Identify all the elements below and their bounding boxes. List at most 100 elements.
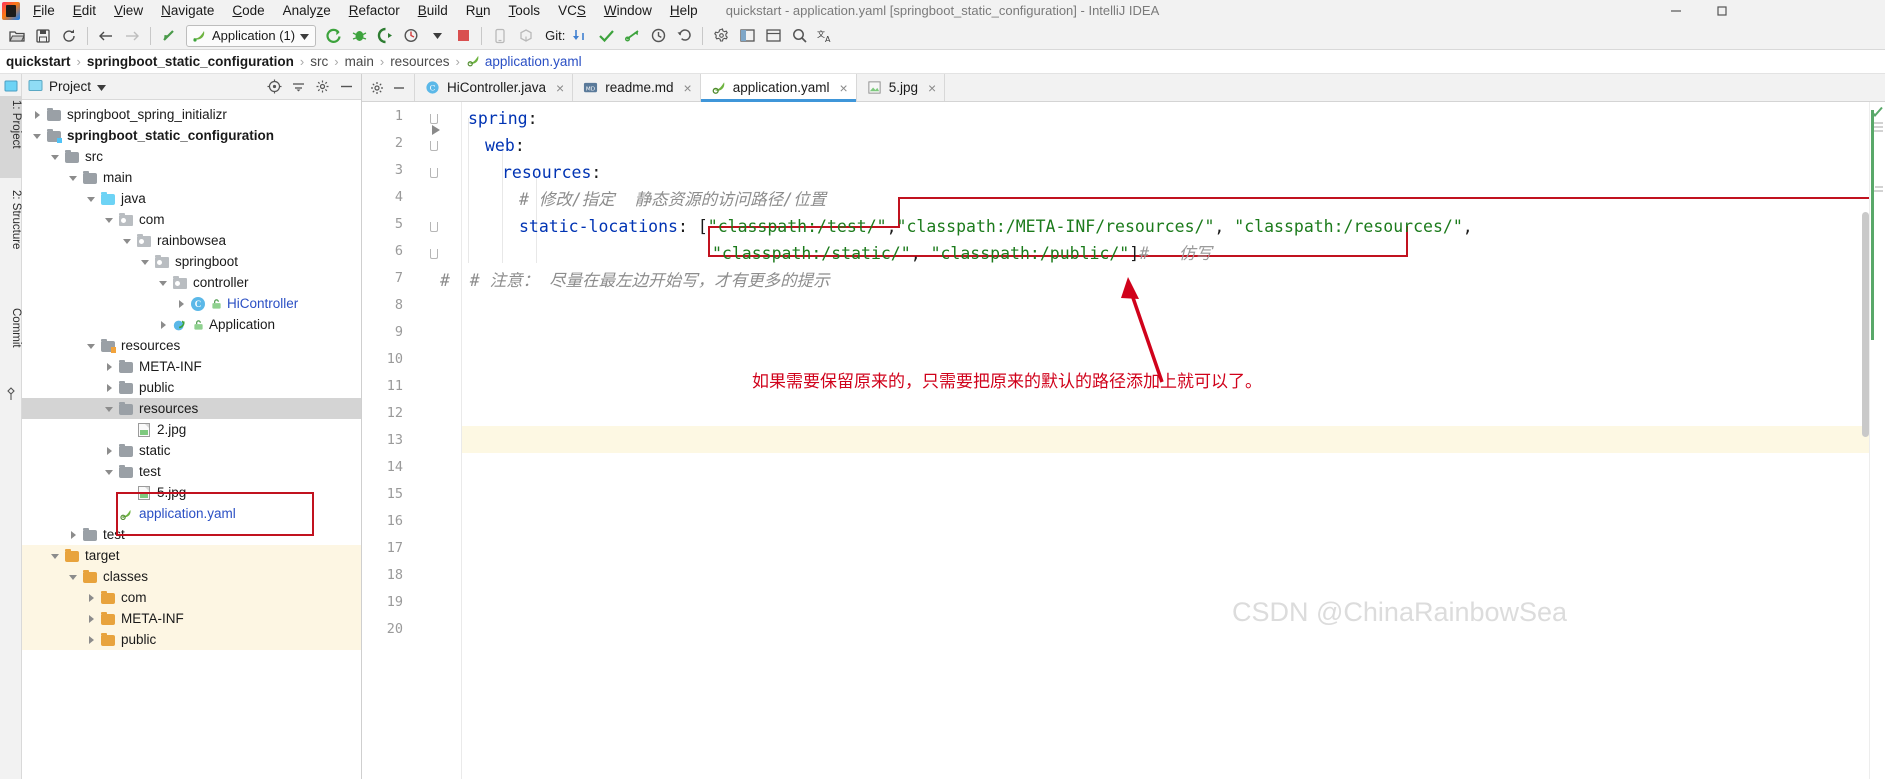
tree-twisty-down-icon[interactable] — [140, 256, 152, 268]
code-editor[interactable]: 1 2 3 4 5 6 7 8 9 10 11 12 13 14 15 16 17 18 19 20 如果需要保留原来… — [362, 102, 1885, 779]
tree-node-java[interactable]: java — [22, 188, 361, 209]
menu-item-tools[interactable]: Tools — [500, 0, 550, 22]
tree-twisty-right-icon[interactable] — [86, 613, 98, 625]
breadcrumb-item-quickstart[interactable]: quickstart — [6, 54, 71, 69]
tree-node-resources[interactable]: resources — [22, 335, 361, 356]
tree-twisty-down-icon[interactable] — [104, 466, 116, 478]
breadcrumb-item-src[interactable]: src — [310, 54, 328, 69]
code-line-7[interactable]: # # 注意： 尽量在最左边开始写，才有更多的提示 — [440, 267, 830, 294]
editor-tab-hicontroller-java[interactable]: C HiController.java × — [415, 74, 574, 101]
sidebar-item-project[interactable]: 1: Project — [0, 96, 22, 178]
profile-button[interactable] — [398, 24, 424, 48]
collapse-all-icon[interactable] — [287, 76, 309, 98]
hide-panel-icon[interactable] — [335, 76, 357, 98]
maximize-button[interactable] — [1699, 0, 1745, 22]
editor-tab-readme-md[interactable]: MD readme.md × — [573, 74, 701, 101]
stop-button[interactable] — [450, 24, 476, 48]
tab-settings-gear-icon[interactable] — [366, 77, 388, 99]
close-tab-icon[interactable]: × — [556, 80, 564, 96]
tree-twisty-right-icon[interactable] — [104, 445, 116, 457]
update-project-button[interactable] — [567, 24, 593, 48]
tree-twisty-down-icon[interactable] — [50, 151, 62, 163]
tree-node-main[interactable]: main — [22, 167, 361, 188]
menu-item-edit[interactable]: Edit — [64, 0, 105, 22]
tree-node-com[interactable]: com — [22, 209, 361, 230]
close-tab-icon[interactable]: × — [840, 80, 848, 96]
synchronize-button[interactable] — [56, 24, 82, 48]
search-everywhere-button[interactable] — [786, 24, 812, 48]
tree-node-springboot-spring-initializr[interactable]: springboot_spring_initializr — [22, 104, 361, 125]
run-button[interactable] — [320, 24, 346, 48]
tree-twisty-right-icon[interactable] — [32, 109, 44, 121]
translate-button[interactable]: 文A — [812, 24, 842, 48]
tree-node-5-jpg[interactable]: 5.jpg — [22, 482, 361, 503]
breadcrumb-item-resources[interactable]: resources — [390, 54, 449, 69]
menu-item-vcs[interactable]: VCS — [549, 0, 595, 22]
tree-node-test[interactable]: test — [22, 461, 361, 482]
tree-node-resources[interactable]: resources — [22, 398, 361, 419]
editor-gutter[interactable]: 1 2 3 4 5 6 7 8 9 10 11 12 13 14 15 16 17 18 19 20 — [362, 102, 462, 779]
tree-twisty-down-icon[interactable] — [104, 214, 116, 226]
tree-twisty-right-icon[interactable] — [158, 319, 170, 331]
tree-twisty-down-icon[interactable] — [86, 193, 98, 205]
menu-item-navigate[interactable]: Navigate — [152, 0, 223, 22]
tree-node-application-yaml[interactable]: application.yaml — [22, 503, 361, 524]
editor-vertical-scrollbar[interactable] — [1862, 212, 1869, 437]
tree-node-application[interactable]: Application — [22, 314, 361, 335]
hide-editor-tabs-icon[interactable] — [388, 77, 410, 99]
profile-dropdown-icon[interactable] — [424, 24, 450, 48]
menu-item-refactor[interactable]: Refactor — [340, 0, 409, 22]
code-line-4[interactable]: # 修改/指定 静态资源的访问路径/位置 — [519, 186, 826, 213]
tree-twisty-right-icon[interactable] — [104, 361, 116, 373]
code-line-3[interactable]: resources: — [502, 159, 601, 186]
editor-tab-application-yaml[interactable]: application.yaml × — [700, 74, 857, 102]
sdk-manager-button[interactable] — [513, 24, 539, 48]
menu-item-analyze[interactable]: Analyze — [274, 0, 340, 22]
project-tree[interactable]: springboot_spring_initializr springboot_s… — [22, 100, 361, 779]
tree-twisty-right-icon[interactable] — [104, 382, 116, 394]
run-gutter-icon[interactable] — [430, 124, 442, 136]
pull-requests-rail-icon[interactable] — [3, 386, 19, 402]
tree-node-public[interactable]: public — [22, 629, 361, 650]
sidebar-item-structure[interactable]: 2: Structure — [0, 186, 22, 284]
code-content[interactable]: 如果需要保留原来的，只需要把原来的默认的路径添加上就可以了。 CSDN @Chi… — [440, 102, 1885, 779]
code-fold-marker[interactable] — [428, 166, 440, 180]
tree-node-public[interactable]: public — [22, 377, 361, 398]
debug-button[interactable] — [346, 24, 372, 48]
close-tab-icon[interactable]: × — [684, 80, 692, 96]
tree-twisty-down-icon[interactable] — [68, 571, 80, 583]
code-fold-marker[interactable] — [428, 220, 440, 234]
run-configuration-selector[interactable]: Application (1) — [186, 24, 317, 47]
project-chevron-down-icon[interactable] — [97, 79, 107, 94]
tree-twisty-down-icon[interactable] — [122, 235, 134, 247]
forward-button[interactable] — [119, 24, 145, 48]
tree-node-springboot[interactable]: springboot — [22, 251, 361, 272]
breadcrumb-item-application-yaml[interactable]: application.yaml — [466, 53, 582, 71]
commit-button[interactable] — [593, 24, 619, 48]
menu-item-build[interactable]: Build — [409, 0, 457, 22]
menu-item-file[interactable]: File — [24, 0, 64, 22]
tree-twisty-down-icon[interactable] — [68, 172, 80, 184]
tree-twisty-right-icon[interactable] — [86, 634, 98, 646]
menu-item-view[interactable]: View — [105, 0, 152, 22]
project-settings-gear-icon[interactable] — [311, 76, 333, 98]
back-button[interactable] — [93, 24, 119, 48]
tree-node-controller[interactable]: controller — [22, 272, 361, 293]
push-button[interactable] — [619, 24, 645, 48]
tree-node-classes[interactable]: classes — [22, 566, 361, 587]
tree-node-meta-inf[interactable]: META-INF — [22, 356, 361, 377]
close-tab-icon[interactable]: × — [928, 80, 936, 96]
menu-item-code[interactable]: Code — [223, 0, 273, 22]
code-line-5[interactable]: static-locations: ["classpath:/test/","c… — [519, 213, 1473, 240]
sidebar-item-commit[interactable]: Commit — [0, 304, 22, 374]
rollback-button[interactable] — [671, 24, 697, 48]
menu-item-window[interactable]: Window — [595, 0, 661, 22]
tree-node-hicontroller[interactable]: C HiController — [22, 293, 361, 314]
tree-node-target[interactable]: target — [22, 545, 361, 566]
code-line-1[interactable]: spring: — [468, 105, 538, 132]
tree-twisty-down-icon[interactable] — [104, 403, 116, 415]
tree-twisty-right-icon[interactable] — [68, 529, 80, 541]
tree-node-static[interactable]: static — [22, 440, 361, 461]
tree-node-rainbowsea[interactable]: rainbowsea — [22, 230, 361, 251]
tree-twisty-down-icon[interactable] — [158, 277, 170, 289]
